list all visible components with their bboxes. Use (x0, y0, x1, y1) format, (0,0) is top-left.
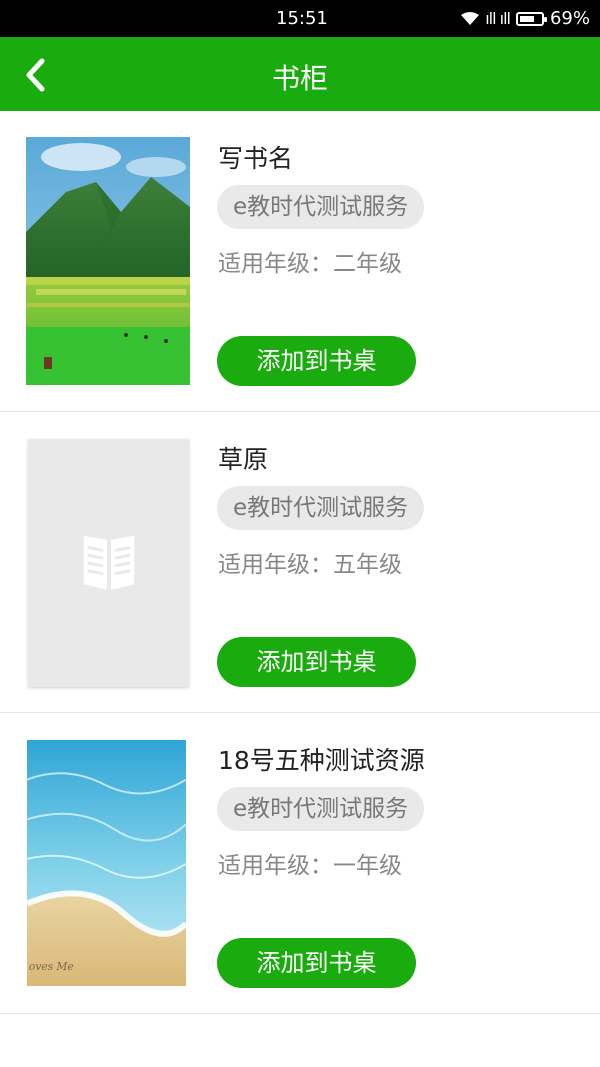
publisher-badge: e教时代测试服务 (217, 787, 425, 831)
grade-label: 适用年级：五年级 (218, 552, 402, 578)
wifi-icon (461, 11, 480, 25)
bookshelf-list: 写书名 e教时代测试服务 适用年级：二年级 添加到书桌 草原 e教时代测试服务 … (0, 111, 600, 1014)
status-bar: 15:51 ıll ıll 69% (0, 0, 600, 37)
battery-percent: 69% (549, 8, 590, 29)
grade-label: 适用年级：一年级 (218, 853, 402, 879)
battery-icon (515, 11, 547, 26)
book-cover-placeholder[interactable] (28, 439, 189, 687)
app-bar: 书柜 (0, 37, 600, 111)
grade-label: 适用年级：二年级 (218, 251, 402, 277)
book-cover-mountain[interactable] (26, 137, 190, 385)
add-to-desk-button[interactable]: 添加到书桌 (217, 938, 416, 988)
book-title: 写书名 (218, 144, 294, 173)
list-item[interactable]: 草原 e教时代测试服务 适用年级：五年级 添加到书桌 (0, 412, 600, 713)
book-title: 草原 (218, 445, 269, 474)
list-item[interactable]: 写书名 e教时代测试服务 适用年级：二年级 添加到书桌 (0, 111, 600, 412)
publisher-badge: e教时代测试服务 (217, 486, 425, 530)
publisher-badge: e教时代测试服务 (217, 185, 425, 229)
add-to-desk-button[interactable]: 添加到书桌 (217, 336, 416, 386)
status-icons: ıll ıll 69% (461, 8, 590, 29)
page-title: 书柜 (271, 62, 328, 95)
status-time: 15:51 (276, 8, 328, 29)
book-cover-beach[interactable]: oves Me (27, 740, 186, 986)
book-title: 18号五种测试资源 (218, 746, 425, 775)
signal-icon: ıll ıll (485, 9, 511, 28)
book-icon (83, 535, 135, 591)
battery-fill (519, 15, 534, 22)
cover-handwriting: oves Me (29, 960, 74, 973)
list-item[interactable]: oves Me 18号五种测试资源 e教时代测试服务 适用年级：一年级 添加到书… (0, 713, 600, 1014)
add-to-desk-button[interactable]: 添加到书桌 (217, 637, 416, 687)
